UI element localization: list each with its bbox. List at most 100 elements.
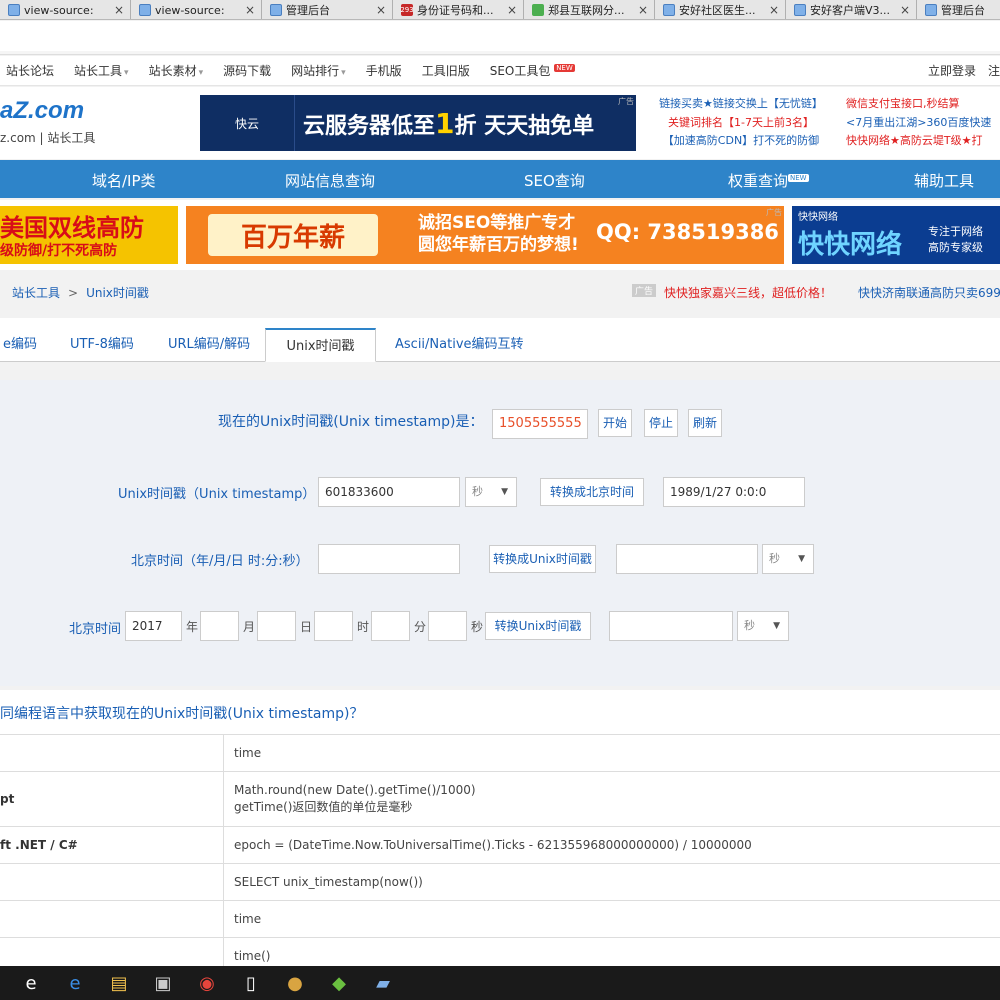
edge-icon[interactable]: e (58, 968, 92, 998)
text-ad-line[interactable]: 【加速高防CDN】打不死的防御 (648, 132, 834, 151)
language-name (0, 735, 224, 771)
text-ad-line[interactable]: 链接买卖★链接交换上【无忧链】 (648, 95, 834, 114)
register-link[interactable]: 注 (988, 62, 1000, 79)
day-input[interactable] (257, 611, 296, 641)
close-icon[interactable]: × (769, 3, 779, 17)
tab-ascii-native[interactable]: Ascii/Native编码互转 (395, 328, 524, 362)
browser-tab-title: 郑县互联网分... (548, 4, 625, 17)
unix-timestamp-output-2[interactable] (609, 611, 733, 641)
tab-utf8[interactable]: UTF-8编码 (70, 328, 134, 362)
mainnav-helpers[interactable]: 辅助工具 (914, 170, 974, 191)
browser-tab[interactable]: view-source: × (0, 0, 131, 19)
language-name (0, 864, 224, 900)
mainnav-seo[interactable]: SEO查询 (524, 170, 585, 191)
close-icon[interactable]: × (507, 3, 517, 17)
close-icon[interactable]: × (376, 3, 386, 17)
file-explorer-icon[interactable]: ▤ (102, 968, 136, 998)
banner-ad-row: 美国双线高防 级防御/打不死高防 百万年薪 诚招SEO等推广专才 圆您年薪百万的… (0, 200, 1000, 270)
beijing-time-output[interactable]: 1989/1/27 0:0:0 (663, 477, 805, 507)
text-ad-column-2[interactable]: 微信支付宝接口,秒结算 <7月重出江湖>360百度快速 快快网络★高防云堤T级★… (846, 95, 1000, 151)
tab-encoding[interactable]: e编码 (0, 328, 40, 362)
breadcrumb-root[interactable]: 站长工具 (12, 286, 60, 300)
close-icon[interactable]: × (638, 3, 648, 17)
tab-url[interactable]: URL编码/解码 (168, 328, 250, 362)
text-ad-line[interactable]: 微信支付宝接口,秒结算 (846, 95, 1000, 114)
close-icon[interactable]: × (114, 3, 124, 17)
topnav-item-forum[interactable]: 站长论坛 (6, 62, 54, 79)
stop-button[interactable]: 停止 (644, 409, 678, 437)
browser-tab[interactable]: 安好社区医生... × (655, 0, 786, 19)
year-input[interactable]: 2017 (125, 611, 182, 641)
table-row: ft .NET / C# epoch = (DateTime.Now.ToUniv… (0, 827, 1000, 864)
topnav-item-tools[interactable]: 站长工具 ▾ (74, 62, 129, 79)
site-logo[interactable]: aZ.com z.com | 站长工具 (0, 97, 120, 149)
topnav-item-seo-pack[interactable]: SEO工具包 NEW (490, 62, 575, 79)
minute-input[interactable] (371, 611, 410, 641)
browser-tab[interactable]: 管理后台× (262, 0, 393, 19)
month-input[interactable] (200, 611, 239, 641)
chevron-down-icon: ▾ (124, 68, 129, 78)
logo-domain: .com (28, 97, 85, 124)
text-ad-line[interactable]: 快快网络★高防云堤T级★打 (846, 132, 1000, 151)
kuaiyun-logo: 快云 (200, 95, 295, 151)
unix-timestamp-input[interactable]: 601833600 (318, 477, 460, 507)
topnav-item-rank[interactable]: 网站排行 ▾ (291, 62, 346, 79)
code-line: getTime()返回数值的单位是毫秒 (234, 800, 413, 814)
book-icon[interactable]: ▰ (366, 968, 400, 998)
breadcrumb-ad-link[interactable]: 快快独家嘉兴三线，超低价格！ (664, 284, 832, 301)
close-icon[interactable]: × (245, 3, 255, 17)
ad-banner-us-ddos[interactable]: 美国双线高防 级防御/打不死高防 (0, 206, 178, 264)
browser-address-bar[interactable] (0, 21, 1000, 55)
topnav-material-label: 站长素材 (148, 64, 197, 78)
ad-slogan: 云服务器低至1折 天天抽免单 (295, 107, 594, 140)
git-icon[interactable]: ◆ (322, 968, 356, 998)
close-icon[interactable]: × (900, 3, 910, 17)
browser-tab[interactable]: 管理后台× (917, 0, 1000, 19)
beijing-time-input[interactable] (318, 544, 460, 574)
bear-app-icon[interactable]: ● (278, 968, 312, 998)
unix-timestamp-output[interactable] (616, 544, 758, 574)
ie-legacy-icon[interactable]: e (14, 968, 48, 998)
browser-tab[interactable]: view-source: × (131, 0, 262, 19)
ad-banner-kuaiyun[interactable]: 快云 云服务器低至1折 天天抽免单 广告 (200, 95, 636, 151)
topnav-item-material[interactable]: 站长素材 ▾ (149, 62, 204, 79)
text-ad-line[interactable]: 关键词排名【1-7天上前3名】 (648, 114, 834, 133)
second-input[interactable] (428, 611, 467, 641)
browser-tab[interactable]: 安好客户端V3... × (786, 0, 917, 19)
topnav-item-source[interactable]: 源码下载 (223, 62, 271, 79)
unit-select[interactable]: 秒 ▼ (465, 477, 517, 507)
mainnav-domain-ip[interactable]: 域名/IP类 (92, 170, 156, 191)
unit-select[interactable]: 秒 ▼ (762, 544, 814, 574)
notepad-icon[interactable]: ▯ (234, 968, 268, 998)
browser-tab[interactable]: 郑县互联网分... × (524, 0, 655, 19)
media-icon[interactable]: ▣ (146, 968, 180, 998)
banner-text: 专注于网络 (928, 225, 983, 238)
mainnav-weight[interactable]: 权重查询 NEW (728, 170, 809, 191)
browser-tab[interactable]: 293 身份证号码和... × (393, 0, 524, 19)
breadcrumb-ad-link[interactable]: 快快济南联通高防只卖699 (858, 284, 1000, 301)
start-button[interactable]: 开始 (598, 409, 632, 437)
topnav-item-old[interactable]: 工具旧版 (422, 62, 470, 79)
topnav-item-mobile[interactable]: 手机版 (366, 62, 402, 79)
unit-select[interactable]: 秒 ▼ (737, 611, 789, 641)
chrome-icon[interactable]: ◉ (190, 968, 224, 998)
topnav-tools-label: 站长工具 (74, 64, 123, 78)
breadcrumb-current[interactable]: Unix时间戳 (86, 286, 149, 300)
text-ad-line[interactable]: <7月重出江湖>360百度快速 (846, 114, 1000, 133)
to-beijing-time-button[interactable]: 转换成北京时间 (540, 478, 644, 506)
refresh-button[interactable]: 刷新 (688, 409, 722, 437)
login-link[interactable]: 立即登录 (928, 62, 976, 79)
ad-banner-seo-recruit[interactable]: 百万年薪 诚招SEO等推广专才 圆您年薪百万的梦想! QQ: 738519386… (186, 206, 784, 264)
ad-banner-kuaikuai[interactable]: 快快网络 快快网络 专注于网络 高防专家级 (792, 206, 1000, 264)
table-row: time() (0, 938, 1000, 966)
tab-unix-timestamp[interactable]: Unix时间戳 (265, 328, 376, 362)
banner-text: 级防御/打不死高防 (0, 243, 118, 259)
now-timestamp-field[interactable]: 1505555555 (492, 409, 588, 439)
text-ad-column-1[interactable]: 链接买卖★链接交换上【无忧链】 关键词排名【1-7天上前3名】 【加速高防CDN… (648, 95, 834, 151)
convert-unix-timestamp-button[interactable]: 转换Unix时间戳 (485, 612, 591, 640)
mainnav-site-info[interactable]: 网站信息查询 (285, 170, 375, 191)
code-line: SELECT unix_timestamp(now()) (234, 874, 423, 889)
to-unix-timestamp-button[interactable]: 转换成Unix时间戳 (489, 545, 596, 573)
language-name (0, 901, 224, 937)
hour-input[interactable] (314, 611, 353, 641)
